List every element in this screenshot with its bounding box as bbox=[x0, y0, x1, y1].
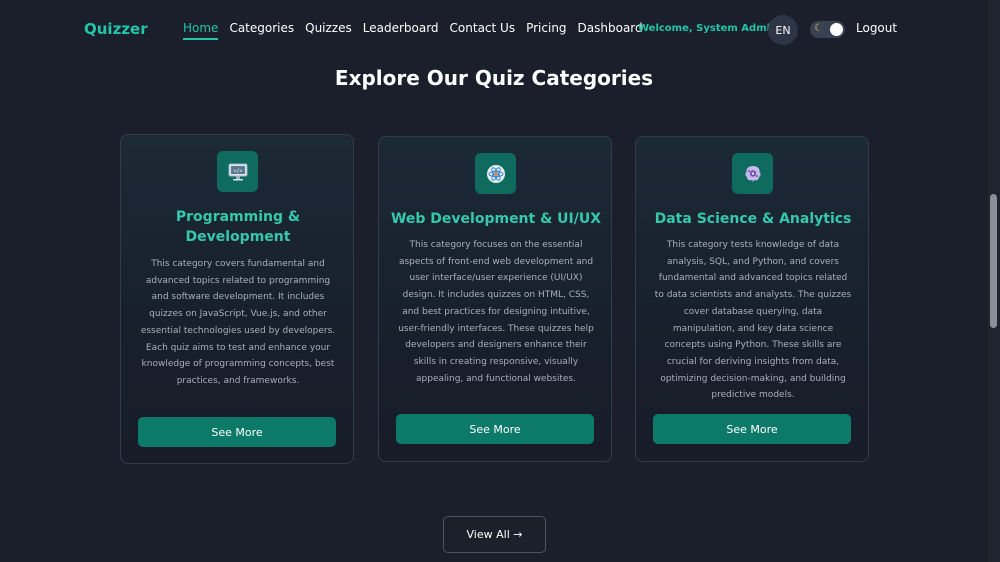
see-more-button[interactable]: See More bbox=[138, 417, 336, 447]
language-button[interactable]: EN bbox=[768, 15, 798, 45]
nav-pricing[interactable]: Pricing bbox=[526, 21, 566, 40]
nav-dashboard[interactable]: Dashboard bbox=[578, 21, 643, 40]
nav-contact-us[interactable]: Contact Us bbox=[450, 21, 516, 40]
view-all-button[interactable]: View All → bbox=[443, 516, 546, 553]
category-title: Programming & Development bbox=[175, 209, 301, 245]
category-description: This category focuses on the essential a… bbox=[398, 240, 594, 384]
nav-categories[interactable]: Categories bbox=[229, 21, 294, 40]
scrollbar-thumb[interactable] bbox=[990, 194, 997, 328]
category-card-programming: </> Programming & Development This categ… bbox=[120, 134, 354, 464]
nav-leaderboard[interactable]: Leaderboard bbox=[363, 21, 439, 40]
category-card-data-science: Data Science & Analytics This category t… bbox=[635, 136, 869, 462]
category-card-web-development: Web Development & UI/UX This category fo… bbox=[378, 136, 612, 462]
svg-text:</>: </> bbox=[233, 168, 242, 174]
page-title: Explore Our Quiz Categories bbox=[334, 66, 654, 90]
theme-toggle[interactable]: ☾ bbox=[810, 21, 845, 38]
toggle-knob bbox=[830, 23, 843, 36]
atom-icon bbox=[475, 153, 516, 194]
brain-gear-icon bbox=[732, 153, 773, 194]
welcome-message: Welcome, System Admin! bbox=[638, 23, 782, 34]
see-more-button[interactable]: See More bbox=[653, 414, 851, 444]
navbar: Quizzer Home Categories Quizzes Leaderbo… bbox=[0, 0, 988, 60]
nav-links: Home Categories Quizzes Leaderboard Cont… bbox=[183, 21, 643, 40]
monitor-code-icon: </> bbox=[217, 151, 258, 192]
category-description: This category tests knowledge of data an… bbox=[654, 240, 852, 401]
moon-icon: ☾ bbox=[814, 23, 823, 34]
see-more-button[interactable]: See More bbox=[396, 414, 594, 444]
nav-quizzes[interactable]: Quizzes bbox=[305, 21, 352, 40]
category-description: This category covers fundamental and adv… bbox=[140, 259, 336, 386]
brand-logo[interactable]: Quizzer bbox=[84, 20, 148, 38]
category-title: Web Development & UI/UX bbox=[390, 211, 602, 227]
logout-link[interactable]: Logout bbox=[856, 21, 897, 35]
nav-home[interactable]: Home bbox=[183, 21, 219, 40]
category-title: Data Science & Analytics bbox=[654, 211, 852, 227]
scrollbar-track[interactable] bbox=[988, 0, 1000, 562]
